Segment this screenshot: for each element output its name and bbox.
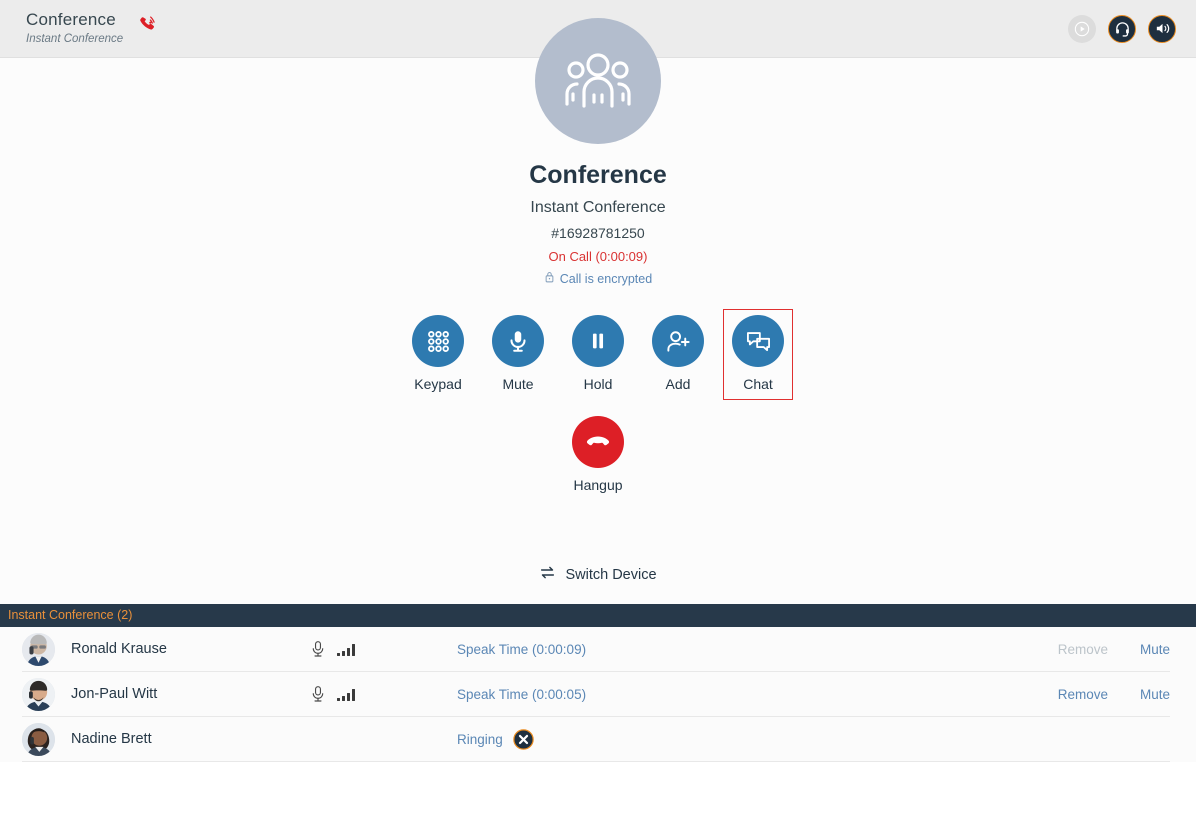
call-panel: Conference Instant Conference #169287812… <box>0 18 1196 604</box>
avatar <box>22 677 55 711</box>
hangup-button[interactable]: Hangup <box>572 416 624 494</box>
keypad-icon <box>412 315 464 367</box>
call-subtitle: Instant Conference <box>530 199 666 216</box>
mute-button[interactable]: Mute <box>1140 642 1170 657</box>
hangup-label: Hangup <box>573 477 623 493</box>
avatar <box>22 632 55 666</box>
participant-status: Ringing <box>457 728 534 750</box>
remove-button[interactable]: Remove <box>1058 642 1108 657</box>
participant-name: Ronald Krause <box>71 641 167 657</box>
mute-button[interactable]: Mute <box>1140 687 1170 702</box>
participant-name: Nadine Brett <box>71 731 152 747</box>
headset-icon[interactable] <box>1108 14 1136 43</box>
participant-actions: Remove Mute <box>1058 687 1170 702</box>
call-id: #16928781250 <box>551 225 645 241</box>
header-title: Conference <box>26 10 116 29</box>
avatar <box>22 722 55 756</box>
table-row[interactable]: Nadine Brett Ringing <box>22 717 1170 762</box>
hangup-phone-icon <box>572 416 624 468</box>
hold-label: Hold <box>583 376 613 392</box>
mute-label: Mute <box>502 376 534 392</box>
microphone-icon[interactable] <box>307 685 329 703</box>
participant-status-label: Speak Time (0:00:09) <box>457 641 587 657</box>
encryption-status: Call is encrypted <box>529 271 667 287</box>
add-label: Add <box>665 376 691 392</box>
header-right-icons <box>1068 14 1176 43</box>
switch-arrows-icon <box>539 565 556 584</box>
speaker-icon[interactable] <box>1148 14 1176 43</box>
cancel-x-icon[interactable] <box>513 728 534 750</box>
pause-icon <box>572 315 624 367</box>
participant-status-label: Speak Time (0:00:05) <box>457 686 587 702</box>
header-left-group: Conference Instant Conference <box>0 10 159 47</box>
participants-panel-header: Instant Conference (2) <box>0 604 1196 627</box>
mute-button[interactable]: Mute <box>483 309 553 400</box>
encryption-label: Call is encrypted <box>559 272 653 286</box>
call-info: Conference Instant Conference #169287812… <box>529 160 667 287</box>
participant-status: Speak Time (0:00:09) <box>457 641 586 658</box>
chat-button[interactable]: Chat <box>723 309 793 400</box>
microphone-icon[interactable] <box>307 640 329 658</box>
hold-button[interactable]: Hold <box>563 309 633 400</box>
table-row[interactable]: Jon-Paul Witt Speak Time (0:00:05) Remov… <box>22 672 1170 717</box>
keypad-button[interactable]: Keypad <box>403 309 473 400</box>
signal-bars-icon <box>329 687 369 701</box>
call-status: On Call (0:00:09) <box>548 249 648 264</box>
switch-device-button[interactable]: Switch Device <box>0 565 1196 584</box>
add-person-icon <box>652 315 704 367</box>
group-people-icon <box>535 18 661 144</box>
participant-actions: Remove Mute <box>1058 642 1170 657</box>
add-button[interactable]: Add <box>643 309 713 400</box>
phone-active-icon <box>137 13 159 35</box>
chat-bubbles-icon <box>732 315 784 367</box>
header-titles: Conference Instant Conference <box>26 10 123 47</box>
chat-label: Chat <box>743 376 773 392</box>
play-icon[interactable] <box>1068 14 1096 43</box>
participant-name: Jon-Paul Witt <box>71 686 158 702</box>
participant-status: Speak Time (0:00:05) <box>457 686 586 703</box>
participants-panel-title: Instant Conference (2) <box>8 608 133 622</box>
remove-button[interactable]: Remove <box>1058 687 1108 702</box>
header-subtitle: Instant Conference <box>26 33 124 45</box>
microphone-icon <box>492 315 544 367</box>
lock-icon <box>544 271 555 287</box>
switch-device-label: Switch Device <box>565 566 657 583</box>
call-title: Conference <box>529 161 667 189</box>
signal-placeholder <box>329 732 369 746</box>
signal-bars-icon <box>329 642 369 656</box>
table-row[interactable]: Ronald Krause Speak Time (0:00:09) Remov… <box>22 627 1170 672</box>
participants-list: Ronald Krause Speak Time (0:00:09) Remov… <box>0 627 1196 762</box>
call-actions-row: Keypad Mute Hold Add Chat <box>403 309 793 400</box>
keypad-label: Keypad <box>414 376 462 392</box>
participant-status-label: Ringing <box>457 731 503 747</box>
